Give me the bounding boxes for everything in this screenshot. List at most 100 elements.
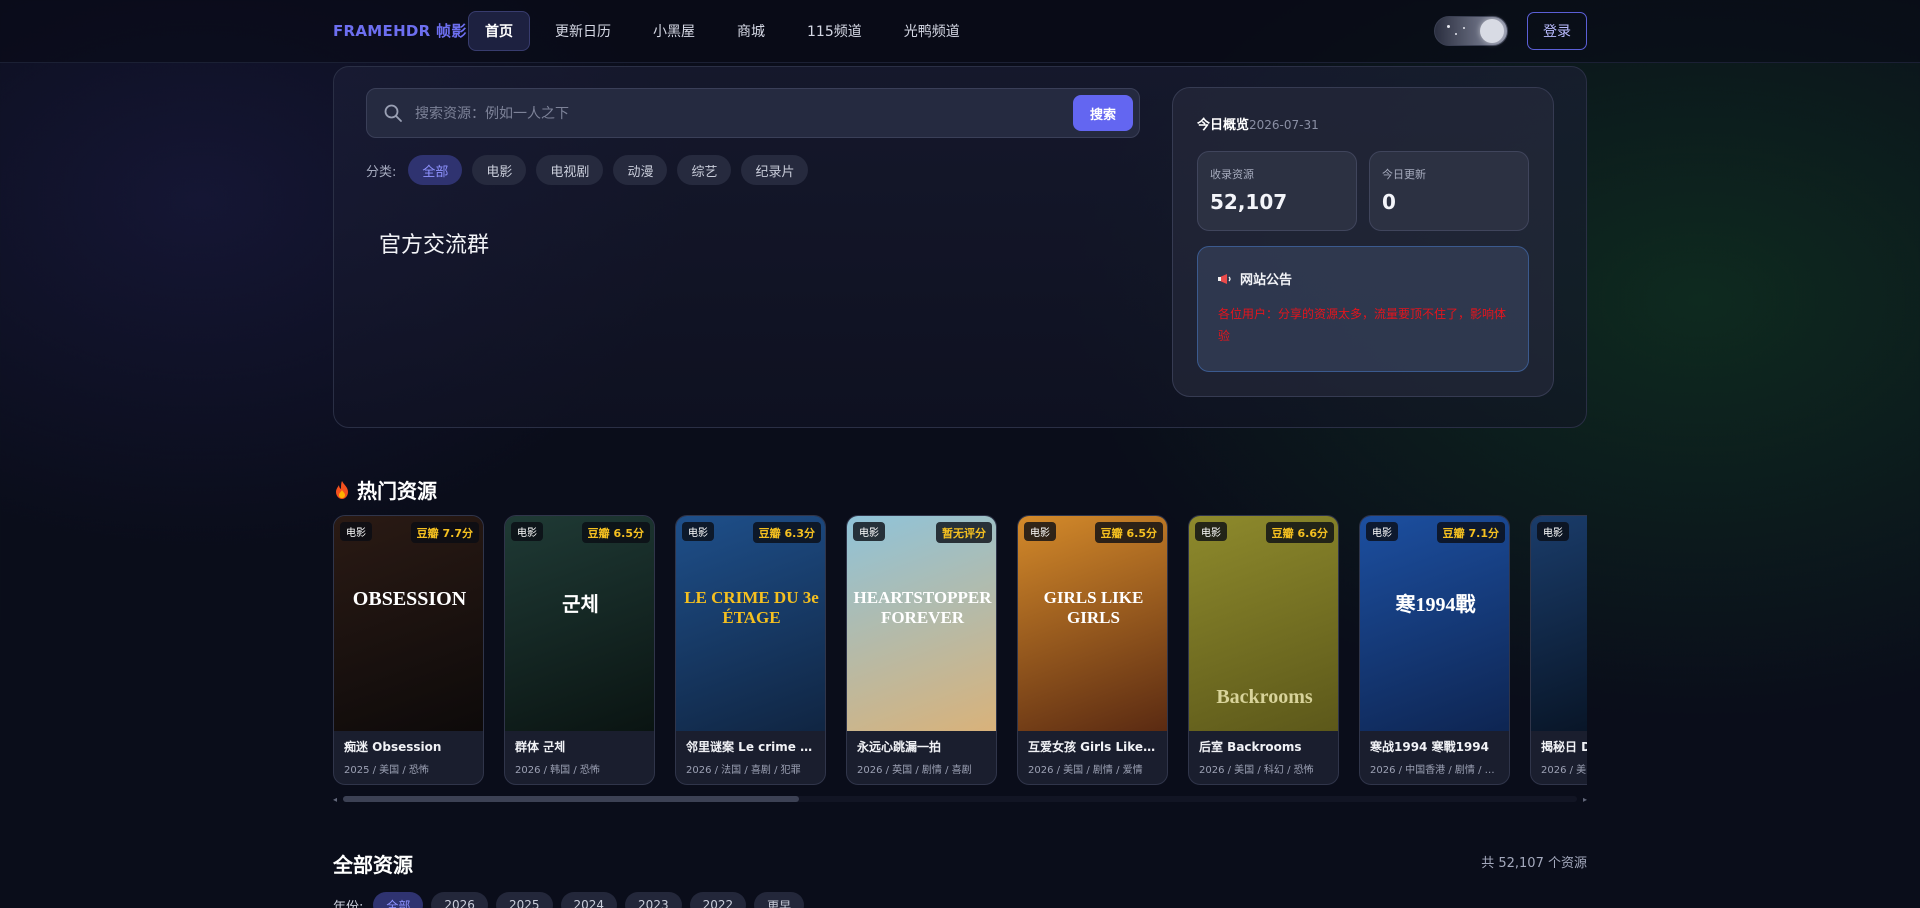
year-label: 年份: (333, 899, 364, 908)
card-meta: 2026 / 英国 / 剧情 / 喜剧 (857, 765, 972, 776)
carousel-scrollbar[interactable]: ◂ ▸ (333, 795, 1587, 804)
search-button[interactable]: 搜索 (1073, 95, 1133, 131)
type-badge: 电影 (1537, 522, 1569, 541)
hero-panel: 搜索 分类: 全部 电影 电视剧 动漫 综艺 纪录片 官方交流群 今日概览202… (333, 66, 1587, 428)
all-section-title: 全部资源 (333, 853, 413, 877)
category-chip-tv[interactable]: 电视剧 (536, 155, 604, 185)
movie-poster[interactable]: OBSESSION 电影 豆瓣 7.7分 (334, 516, 483, 731)
movie-card[interactable]: LE CRIME DU 3e ÉTAGE 电影 豆瓣 6.3分邻里谜案 Le cri… (675, 515, 826, 785)
poster-title-art: 寒1994戰 (1395, 594, 1476, 616)
year-chip-2025[interactable]: 2025 (495, 892, 553, 908)
card-meta: 2026 / 美国 / 剧情 / 爱情 (1028, 765, 1143, 776)
card-title[interactable]: 邻里谜案 Le crime du 3e étage (686, 738, 817, 755)
theme-toggle[interactable] (1434, 16, 1508, 46)
year-chip-2023[interactable]: 2023 (625, 892, 682, 908)
nav-guangya-channel[interactable]: 光鸭频道 (887, 11, 977, 51)
nav-blacklist-room[interactable]: 小黑屋 (636, 11, 712, 51)
card-meta: 2026 / 中国香港 / 剧情 / 动作 (1370, 765, 1501, 776)
movie-card[interactable]: 군체 电影 豆瓣 6.5分群体 군체 2026 / 韩国 / 恐怖 (504, 515, 655, 785)
nav-115-channel[interactable]: 115频道 (790, 11, 879, 51)
stat-value: 52,107 (1210, 190, 1288, 214)
nav-update-calendar[interactable]: 更新日历 (538, 11, 628, 51)
category-chip-movie[interactable]: 电影 (472, 155, 527, 185)
hot-title-text: 热门资源 (357, 479, 437, 503)
today-overview-card: 今日概览2026-07-31 收录资源 52,107 今日更新 0 网站公告 各… (1172, 87, 1554, 397)
movie-card[interactable]: HEARTSTOPPER FOREVER 电影 暂无评分永远心跳漏一拍 2026 / … (846, 515, 997, 785)
movie-poster[interactable]: 电影 (1531, 516, 1587, 731)
site-logo[interactable]: FRAMEHDR 帧影 (333, 20, 467, 41)
card-meta: 2026 / 韩国 / 恐怖 (515, 765, 600, 776)
poster-title-art: LE CRIME DU 3e ÉTAGE (684, 588, 819, 627)
stat-value: 0 (1382, 190, 1396, 214)
rating-badge: 豆瓣 7.7分 (410, 522, 479, 543)
card-meta: 2026 / 法国 / 喜剧 / 犯罪 (686, 765, 801, 776)
rating-badge: 豆瓣 6.3分 (752, 522, 821, 543)
type-badge: 电影 (1024, 522, 1056, 541)
movie-card[interactable]: 寒1994戰 电影 豆瓣 7.1分寒战1994 寒戰1994 2026 / 中国香港 … (1359, 515, 1510, 785)
year-chip-2022[interactable]: 2022 (689, 892, 747, 908)
category-filter: 分类: 全部 电影 电视剧 动漫 综艺 纪录片 (366, 155, 809, 185)
movie-poster[interactable]: LE CRIME DU 3e ÉTAGE 电影 豆瓣 6.3分 (676, 516, 825, 731)
rating-badge: 豆瓣 6.6分 (1265, 522, 1334, 543)
category-chip-documentary[interactable]: 纪录片 (741, 155, 809, 185)
fire-icon (336, 480, 348, 499)
scroll-thumb[interactable] (343, 796, 799, 802)
category-chip-anime[interactable]: 动漫 (613, 155, 668, 185)
year-chip-earlier[interactable]: 更早 (754, 892, 805, 908)
poster-title-art: 군체 (562, 594, 599, 616)
card-title[interactable]: 痴迷 Obsession (344, 738, 475, 755)
moon-icon (1480, 19, 1504, 43)
movie-poster[interactable]: GIRLS LIKE GIRLS 电影 豆瓣 6.5分 (1018, 516, 1167, 731)
poster-title-art: Backrooms (1216, 686, 1313, 708)
stat-total-resources: 收录资源 52,107 (1197, 151, 1357, 231)
notice-text: 各位用户：分享的资源太多，流量要顶不住了，影响体验 (1218, 307, 1507, 343)
category-chip-variety[interactable]: 综艺 (677, 155, 732, 185)
year-chip-2026[interactable]: 2026 (431, 892, 488, 908)
hot-carousel[interactable]: OBSESSION 电影 豆瓣 7.7分痴迷 Obsession 2025 / 美国 … (333, 515, 1587, 785)
overview-date: 2026-07-31 (1249, 118, 1319, 132)
movie-card[interactable]: OBSESSION 电影 豆瓣 7.7分痴迷 Obsession 2025 / 美国 … (333, 515, 484, 785)
rating-badge: 豆瓣 6.5分 (581, 522, 650, 543)
movie-poster[interactable]: 군체 电影 豆瓣 6.5分 (505, 516, 654, 731)
card-title[interactable]: 揭秘日 Disclosure Day (1541, 738, 1587, 755)
search-icon (384, 104, 402, 122)
card-title[interactable]: 群体 군체 (515, 738, 646, 755)
login-button[interactable]: 登录 (1527, 12, 1587, 50)
card-title[interactable]: 互爱女孩 Girls Like Girls (1028, 738, 1159, 755)
search-input[interactable] (415, 99, 1015, 129)
top-navbar: FRAMEHDR 帧影 首页 更新日历 小黑屋 商城 115频道 光鸭频道 登录 (0, 0, 1920, 63)
movie-poster[interactable]: 寒1994戰 电影 豆瓣 7.1分 (1360, 516, 1509, 731)
movie-card[interactable]: 电影揭秘日 Disclosure Day 2026 / 美国 / 科幻 (1530, 515, 1587, 785)
movie-poster[interactable]: Backrooms 电影 豆瓣 6.6分 (1189, 516, 1338, 731)
year-filter: 年份: 全部 2026 2025 2024 2023 2022 更早 (333, 892, 805, 908)
stat-label: 收录资源 (1210, 168, 1254, 181)
star-icon (1447, 25, 1450, 28)
search-bar: 搜索 (366, 88, 1140, 138)
card-title[interactable]: 后室 Backrooms (1199, 738, 1330, 755)
main-nav: 首页 更新日历 小黑屋 商城 115频道 光鸭频道 (468, 11, 977, 51)
overview-header: 今日概览2026-07-31 (1197, 114, 1319, 133)
star-icon (1463, 27, 1465, 29)
card-title[interactable]: 永远心跳漏一拍 (857, 738, 988, 755)
card-title[interactable]: 寒战1994 寒戰1994 (1370, 738, 1501, 755)
category-chip-all[interactable]: 全部 (408, 155, 463, 185)
year-chip-all[interactable]: 全部 (373, 892, 424, 908)
scroll-left-icon[interactable]: ◂ (333, 795, 337, 804)
scroll-right-icon[interactable]: ▸ (1583, 795, 1587, 804)
notice-title: 网站公告 (1240, 273, 1293, 288)
poster-image (334, 516, 483, 731)
official-group-link[interactable]: 官方交流群 (379, 227, 489, 259)
notice-header: 网站公告 (1218, 269, 1292, 288)
movie-poster[interactable]: HEARTSTOPPER FOREVER 电影 暂无评分 (847, 516, 996, 731)
movie-card[interactable]: GIRLS LIKE GIRLS 电影 豆瓣 6.5分互爱女孩 Girls Like… (1017, 515, 1168, 785)
movie-card[interactable]: Backrooms 电影 豆瓣 6.6分 后室 Backrooms 2026 / 美国 … (1188, 515, 1339, 785)
card-meta: 2026 / 美国 / 科幻 (1541, 765, 1587, 776)
nav-shop[interactable]: 商城 (720, 11, 782, 51)
rating-badge: 豆瓣 6.5分 (1094, 522, 1163, 543)
poster-title-art: GIRLS LIKE GIRLS (1043, 588, 1144, 627)
poster-image (1360, 516, 1509, 731)
type-badge: 电影 (511, 522, 543, 541)
nav-home[interactable]: 首页 (468, 11, 530, 51)
card-meta: 2025 / 美国 / 恐怖 (344, 765, 429, 776)
year-chip-2024[interactable]: 2024 (560, 892, 618, 908)
